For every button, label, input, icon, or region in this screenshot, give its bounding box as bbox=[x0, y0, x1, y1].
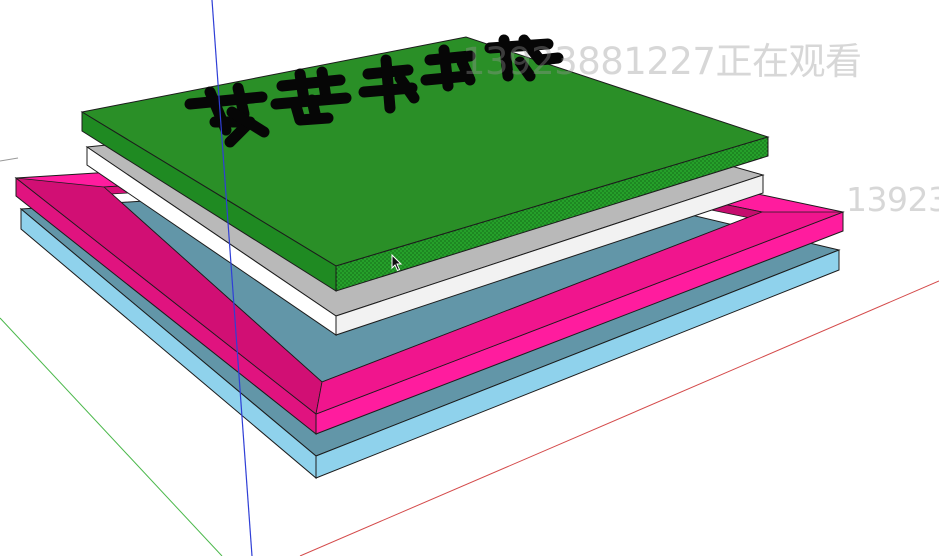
modeling-viewport[interactable]: 13923881227正在观看 13923 bbox=[0, 0, 939, 556]
arrow-cursor-icon bbox=[391, 254, 403, 272]
red-axis-tick bbox=[0, 157, 19, 162]
3d-scene[interactable] bbox=[0, 0, 939, 556]
